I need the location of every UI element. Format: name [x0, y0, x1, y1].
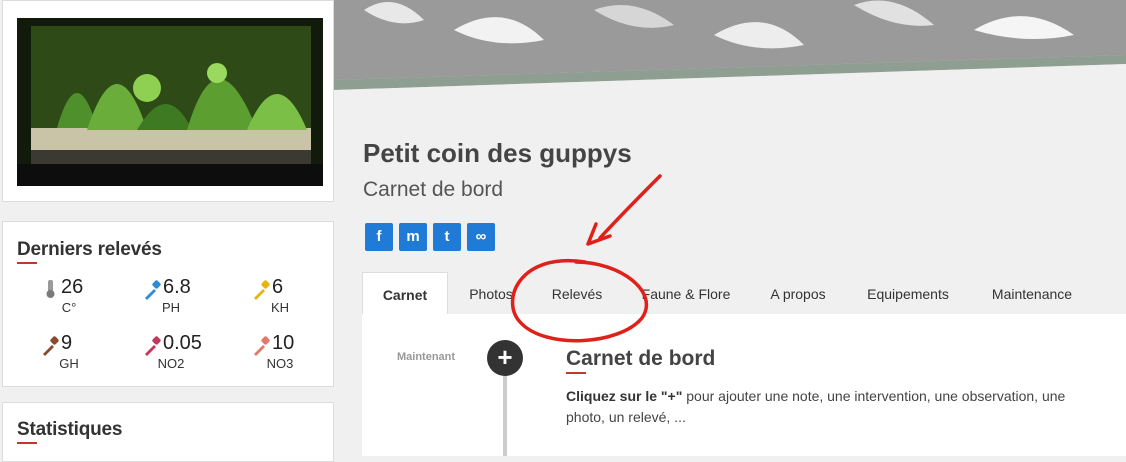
- metric-temperature: 26 C°: [39, 274, 119, 318]
- twitter-icon: t: [444, 228, 450, 245]
- statistics-title-text: Statistiques: [17, 419, 123, 440]
- metric-label: C°: [61, 300, 77, 315]
- metric-value: 10: [272, 332, 295, 354]
- share-link-button[interactable]: ∞: [467, 223, 495, 251]
- link-icon: ∞: [475, 228, 487, 245]
- metric-kh: 6 KH: [250, 274, 330, 318]
- facebook-icon: f: [376, 228, 382, 245]
- tabs-bar: Carnet Photos Relevés Faune & Flore A pr…: [362, 272, 1126, 315]
- metric-label: PH: [161, 300, 181, 315]
- page-subtitle: Carnet de bord: [363, 178, 504, 201]
- metric-ph: 6.8 PH: [141, 274, 221, 318]
- statistics-card: Statistiques: [2, 402, 334, 462]
- metric-label: GH: [59, 356, 79, 371]
- metric-value: 6.8: [163, 276, 191, 298]
- metric-no2: 0.05 NO2: [141, 330, 221, 374]
- messenger-icon: m: [406, 228, 420, 245]
- metric-label: NO3: [266, 356, 294, 371]
- tab-releves[interactable]: Relevés: [542, 272, 612, 314]
- sidebar: Derniers relevés 26 C° 6.8 PH 6 KH 9 GH …: [0, 0, 350, 462]
- pipette-icon: [43, 336, 59, 356]
- metric-label: NO2: [157, 356, 185, 371]
- metric-no3: 10 NO3: [250, 330, 330, 374]
- latest-readings-title-text: Derniers relevés: [17, 239, 162, 260]
- share-messenger-button[interactable]: m: [399, 223, 427, 251]
- pipette-icon: [254, 336, 270, 356]
- latest-readings-title: Derniers relevés: [17, 239, 162, 264]
- add-entry-button[interactable]: +: [487, 340, 523, 376]
- entry-text-bold: Cliquez sur le "+": [566, 388, 683, 404]
- statistics-title: Statistiques: [17, 419, 123, 444]
- timeline-now-label: Maintenant: [397, 351, 456, 363]
- header-banner: [334, 0, 1126, 90]
- pipette-icon: [254, 280, 270, 300]
- tab-maintenance[interactable]: Maintenance: [982, 272, 1082, 314]
- share-twitter-button[interactable]: t: [433, 223, 461, 251]
- metric-gh: 9 GH: [39, 330, 119, 374]
- tab-faune-flore[interactable]: Faune & Flore: [636, 272, 736, 314]
- pipette-icon: [145, 280, 161, 300]
- metric-label: KH: [270, 300, 290, 315]
- timeline-line: [503, 374, 507, 456]
- title-underline: [17, 262, 37, 264]
- metric-value: 26: [61, 276, 84, 298]
- metric-value: 9: [61, 332, 73, 354]
- title-underline: [17, 442, 37, 444]
- latest-readings-card: Derniers relevés 26 C° 6.8 PH 6 KH 9 GH …: [2, 221, 334, 387]
- tab-equipements[interactable]: Equipements: [858, 272, 958, 314]
- tab-content-panel: [362, 314, 1126, 456]
- tab-a-propos[interactable]: A propos: [758, 272, 838, 314]
- entry-title-underline: [566, 372, 586, 374]
- tab-carnet[interactable]: Carnet: [362, 272, 448, 315]
- tab-photos[interactable]: Photos: [456, 272, 526, 314]
- metric-value: 0.05: [163, 332, 202, 354]
- thermometer-icon: [46, 280, 55, 298]
- entry-text: Cliquez sur le "+" pour ajouter une note…: [566, 386, 1086, 428]
- aquarium-photo[interactable]: [17, 18, 323, 186]
- metric-value: 6: [272, 276, 284, 298]
- entry-title: Carnet de bord: [566, 347, 716, 370]
- page-title: Petit coin des guppys: [363, 138, 632, 168]
- pipette-icon: [145, 336, 161, 356]
- aquarium-photo-card: [2, 0, 334, 202]
- share-facebook-button[interactable]: f: [365, 223, 393, 251]
